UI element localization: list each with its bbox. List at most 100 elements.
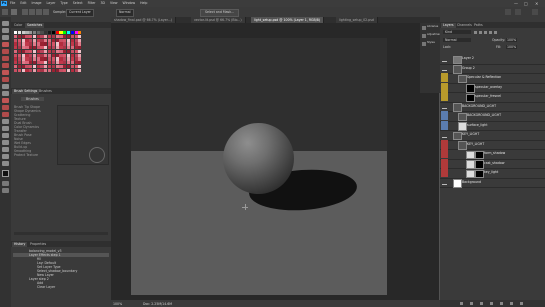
- layer-name[interactable]: specular_fresnel: [475, 94, 501, 99]
- add-selection-icon[interactable]: [29, 9, 35, 15]
- swatch-cell[interactable]: [51, 38, 55, 42]
- pen-tool-icon[interactable]: [2, 119, 9, 124]
- swatch-cell[interactable]: [25, 53, 29, 57]
- swatch-cell[interactable]: [63, 46, 67, 50]
- swatch-cell[interactable]: [25, 34, 29, 38]
- tab-channels[interactable]: Channels: [455, 23, 474, 28]
- swatch-cell[interactable]: [25, 68, 29, 72]
- swatch-cell[interactable]: [55, 49, 59, 54]
- swatch-cell[interactable]: [40, 57, 44, 61]
- swatch-cell[interactable]: [70, 49, 74, 54]
- swatch-cell[interactable]: [74, 42, 78, 46]
- swatch-cell[interactable]: [78, 65, 82, 69]
- quick-select-tool-icon[interactable]: [2, 42, 9, 47]
- fill-field[interactable]: 100%: [506, 45, 518, 49]
- swatch-cell[interactable]: [59, 68, 63, 72]
- swatch-cell[interactable]: [48, 68, 52, 72]
- swatch-cell[interactable]: [59, 38, 63, 42]
- swatch-cell[interactable]: [21, 53, 25, 57]
- smart-object-filter-icon[interactable]: [494, 31, 497, 34]
- swatch-cell[interactable]: [48, 42, 52, 46]
- menu-layer[interactable]: Layer: [47, 1, 56, 5]
- swatch-cell[interactable]: [32, 31, 37, 35]
- document-size[interactable]: Doc: 2.25M/14.6M: [143, 302, 172, 306]
- swatch-cell[interactable]: [17, 46, 21, 50]
- swatch-cell[interactable]: [32, 42, 37, 46]
- swatch-cell[interactable]: [40, 34, 44, 38]
- swatch-cell[interactable]: [29, 68, 33, 72]
- swatch-cell[interactable]: [21, 49, 25, 54]
- swatch-cell[interactable]: [40, 46, 44, 50]
- swatch-cell[interactable]: [51, 42, 55, 46]
- layer-name[interactable]: Group 2: [462, 66, 475, 71]
- swatch-cell[interactable]: [14, 42, 18, 46]
- swatch-cell[interactable]: [32, 46, 37, 50]
- swatch-cell[interactable]: [70, 53, 74, 57]
- swatch-cell[interactable]: [21, 34, 25, 38]
- brush-setting-item[interactable]: Protect Texture: [14, 153, 54, 157]
- swatch-cell[interactable]: [21, 68, 25, 72]
- swatch-cell[interactable]: [21, 31, 25, 35]
- swatch-cell[interactable]: [78, 61, 82, 65]
- swatch-cell[interactable]: [32, 38, 37, 42]
- libraries-icon[interactable]: [422, 26, 426, 30]
- swatch-cell[interactable]: [70, 46, 74, 50]
- visibility-eye-icon[interactable]: [442, 180, 447, 185]
- marquee-tool-icon[interactable]: [2, 28, 9, 33]
- visibility-eye-icon[interactable]: [441, 158, 448, 168]
- styles-label[interactable]: Styles: [427, 41, 435, 45]
- rectangle-tool-icon[interactable]: [2, 140, 9, 145]
- swatch-cell[interactable]: [29, 61, 33, 65]
- swatch-cell[interactable]: [44, 34, 48, 38]
- swatch-cell[interactable]: [21, 42, 25, 46]
- swatch-cell[interactable]: [74, 57, 78, 61]
- swatch-cell[interactable]: [48, 49, 52, 54]
- swatch-cell[interactable]: [66, 42, 71, 46]
- swatch-cell[interactable]: [17, 42, 21, 46]
- menu-edit[interactable]: Edit: [20, 1, 26, 5]
- layer-row[interactable]: Background: [440, 178, 545, 188]
- swatch-cell[interactable]: [48, 46, 52, 50]
- swatch-cell[interactable]: [70, 34, 74, 38]
- layer-name[interactable]: surface_light: [467, 123, 487, 128]
- visibility-eye-icon[interactable]: [441, 168, 448, 177]
- swatch-cell[interactable]: [17, 34, 21, 38]
- path-select-tool-icon[interactable]: [2, 133, 9, 138]
- menu-3d[interactable]: 3D: [100, 1, 104, 5]
- swatch-cell[interactable]: [17, 57, 21, 61]
- visibility-eye-icon[interactable]: [441, 139, 448, 149]
- healing-tool-icon[interactable]: [2, 63, 9, 68]
- visibility-eye-icon[interactable]: [441, 120, 448, 130]
- eraser-tool-icon[interactable]: [2, 91, 9, 96]
- gradient-tool-icon[interactable]: [2, 98, 9, 103]
- swatch-cell[interactable]: [44, 68, 48, 72]
- menu-select[interactable]: Select: [73, 1, 83, 5]
- visibility-eye-icon[interactable]: [442, 57, 447, 62]
- swatch-cell[interactable]: [74, 53, 78, 57]
- swatch-cell[interactable]: [40, 49, 44, 54]
- search-icon[interactable]: [505, 9, 511, 15]
- swatch-cell[interactable]: [78, 34, 82, 38]
- swatch-cell[interactable]: [48, 53, 52, 57]
- layer-name[interactable]: key_light: [484, 170, 498, 175]
- swatch-cell[interactable]: [29, 38, 33, 42]
- swatch-cell[interactable]: [55, 34, 59, 38]
- swatch-cell[interactable]: [63, 49, 67, 54]
- swatch-cell[interactable]: [66, 57, 71, 61]
- swatch-cell[interactable]: [51, 65, 55, 69]
- swatch-cell[interactable]: [17, 61, 21, 65]
- layer-filter-select[interactable]: Kind: [443, 30, 471, 34]
- swatch-cell[interactable]: [70, 68, 74, 72]
- swatch-cell[interactable]: [74, 34, 78, 38]
- eyedropper-tool-icon[interactable]: [2, 56, 9, 61]
- layer-name[interactable]: specular_overlay: [475, 85, 502, 90]
- swatch-cell[interactable]: [40, 38, 44, 42]
- visibility-eye-icon[interactable]: [441, 73, 448, 82]
- zoom-level[interactable]: 100%: [113, 302, 122, 306]
- swatch-cell[interactable]: [44, 61, 48, 65]
- new-selection-icon[interactable]: [22, 9, 28, 15]
- swatch-cell[interactable]: [55, 42, 59, 46]
- swatch-cell[interactable]: [44, 57, 48, 61]
- swatch-cell[interactable]: [66, 53, 71, 57]
- swatch-cell[interactable]: [66, 65, 71, 69]
